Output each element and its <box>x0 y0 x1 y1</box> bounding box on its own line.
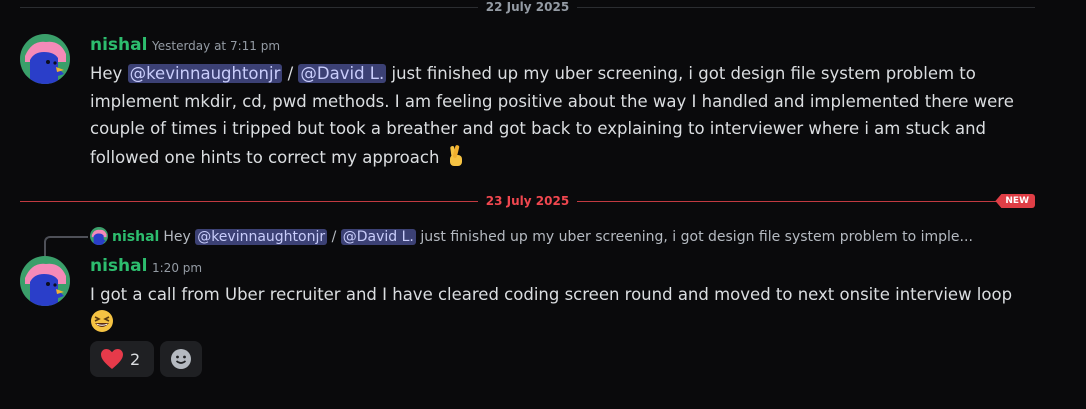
reply-username[interactable]: nishal <box>112 229 159 245</box>
message-timestamp: 1:20 pm <box>152 261 203 275</box>
user-mention[interactable]: @David L. <box>298 64 387 83</box>
message-content: Hey @kevinnaughtonjr / @David L. just fi… <box>90 60 1030 175</box>
message-content: I got a call from Uber recruiter and I h… <box>90 281 1030 341</box>
avatar[interactable] <box>20 256 70 306</box>
divider-date: 22 July 2025 <box>477 0 578 14</box>
new-messages-divider: 23 July 2025 NEW <box>20 194 1035 208</box>
reaction-count: 2 <box>130 349 141 369</box>
reply-spine <box>44 236 88 256</box>
message-username[interactable]: nishal <box>90 256 147 276</box>
grinning-squinting-face-icon[interactable] <box>90 309 114 342</box>
user-mention[interactable]: @kevinnaughtonjr <box>127 64 283 83</box>
message-username[interactable]: nishal <box>90 35 147 55</box>
divider-date: 23 July 2025 <box>477 194 578 208</box>
message-timestamp: Yesterday at 7:11 pm <box>152 39 281 53</box>
add-reaction-button[interactable] <box>160 341 202 377</box>
add-reaction-icon <box>170 348 192 370</box>
heart-icon <box>100 348 124 370</box>
user-mention[interactable]: @David L. <box>340 229 416 245</box>
crossed-fingers-icon[interactable] <box>445 143 467 176</box>
avatar[interactable] <box>20 34 70 84</box>
reply-preview[interactable]: nishal Hey @kevinnaughtonjr / @David L. j… <box>90 226 1080 248</box>
new-badge: NEW <box>995 194 1035 208</box>
user-mention[interactable]: @kevinnaughtonjr <box>195 229 328 245</box>
reaction-heart[interactable]: 2 <box>90 341 154 377</box>
reply-avatar[interactable] <box>90 227 108 245</box>
date-divider: 22 July 2025 <box>20 0 1035 14</box>
